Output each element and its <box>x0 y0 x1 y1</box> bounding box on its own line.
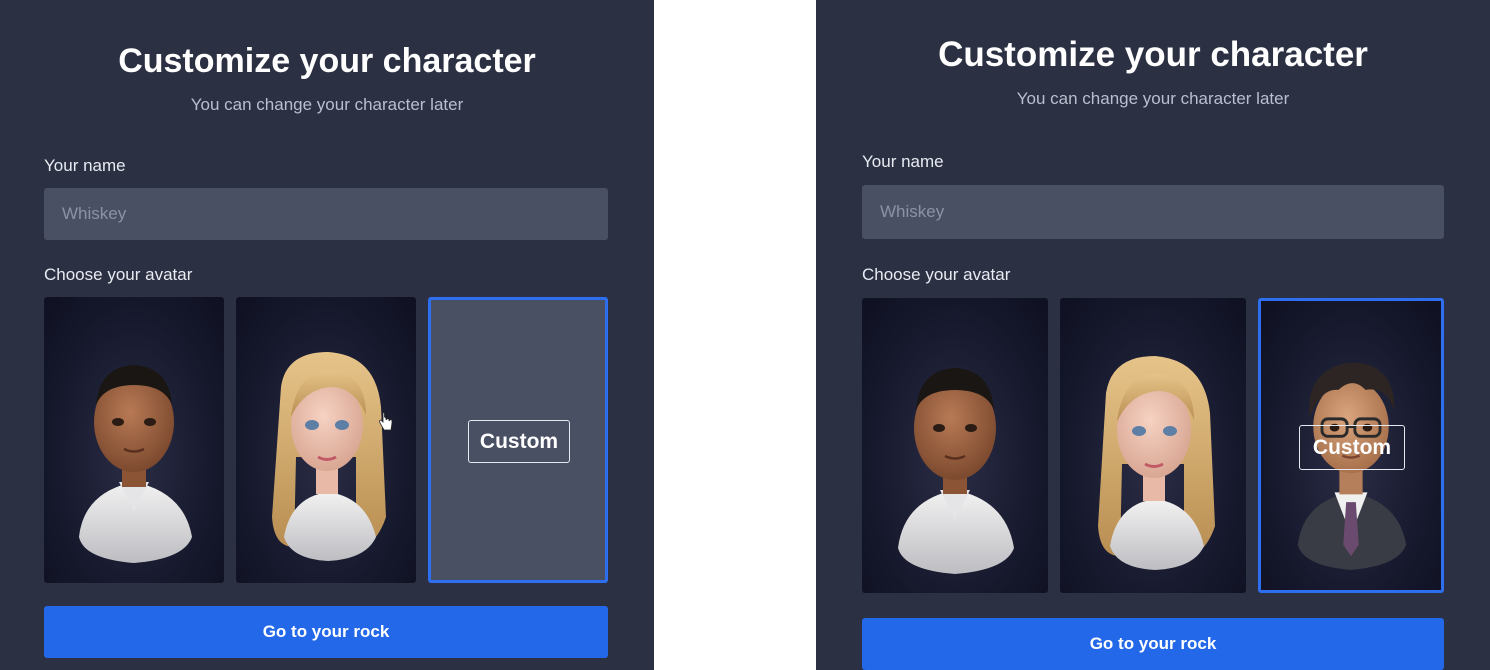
male-avatar-icon <box>79 365 192 563</box>
female-avatar-icon <box>272 352 386 561</box>
page-subtitle: You can change your character later <box>190 95 464 114</box>
avatar-option-male[interactable] <box>44 297 224 583</box>
avatar-option-custom[interactable]: Custom <box>428 297 608 583</box>
go-to-rock-button[interactable]: Go to your rock <box>44 606 608 658</box>
name-label: Your name <box>44 156 126 175</box>
name-input[interactable] <box>862 185 1444 239</box>
avatar-option-male[interactable] <box>862 298 1048 593</box>
page-subtitle: You can change your character later <box>1016 89 1290 108</box>
female-avatar-icon <box>1098 356 1215 570</box>
page-title: Customize your character <box>938 35 1368 74</box>
custom-avatar-label: Custom <box>1299 425 1405 470</box>
avatar-option-female[interactable] <box>1060 298 1246 593</box>
avatar-option-custom[interactable]: Custom <box>1258 298 1444 593</box>
name-input[interactable] <box>44 188 608 240</box>
page-title: Customize your character <box>118 42 536 80</box>
go-to-rock-button[interactable]: Go to your rock <box>862 618 1444 670</box>
character-panel-right: Customize your character You can change … <box>816 0 1490 670</box>
hand-cursor-icon <box>379 412 393 431</box>
avatar-option-female[interactable] <box>236 297 416 583</box>
avatar-label: Choose your avatar <box>862 265 1011 284</box>
avatar-label: Choose your avatar <box>44 265 193 284</box>
character-panel-left: Customize your character You can change … <box>0 0 654 670</box>
name-label: Your name <box>862 152 944 171</box>
male-avatar-icon <box>898 368 1014 574</box>
custom-avatar-label: Custom <box>468 420 570 463</box>
